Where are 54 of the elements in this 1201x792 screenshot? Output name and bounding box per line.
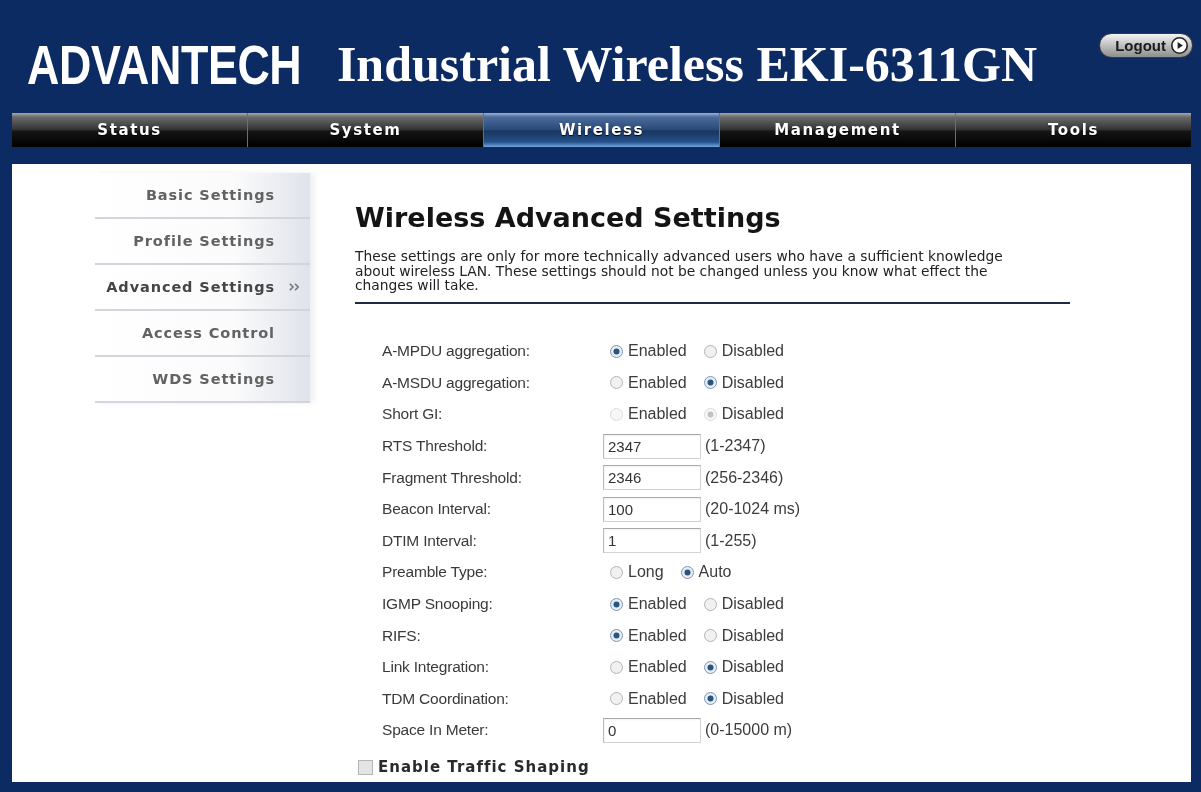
double-chevron-icon [289,283,300,291]
logout-button[interactable]: Logout [1099,33,1193,58]
setting-label: Preamble Type: [382,563,489,582]
radio-option[interactable]: Disabled [703,658,784,677]
setting-label: A-MSDU aggregation: [382,373,531,392]
radio-option[interactable]: Enabled [610,342,687,361]
input-field[interactable]: 100 [603,496,701,522]
setting-label: RTS Threshold: [382,437,489,456]
radio-option[interactable]: Disabled [703,689,784,708]
sidebar-item[interactable]: Advanced Settings [95,265,310,311]
input-field[interactable]: 1 [603,528,701,554]
setting-label: A-MPDU aggregation: [382,342,531,361]
range-hint: (1-255) [704,531,758,550]
traffic-shaping-option[interactable]: Enable Traffic Shaping [358,758,590,777]
page-title: Wireless Advanced Settings [355,202,782,234]
radio-option[interactable]: Disabled [703,373,784,392]
range-hint: (0-15000 m) [704,721,794,740]
description: These settings are only for more technically advanced users who have a sufficient knowledge about wireless LAN. These settings should not be changed unless you know what effect the changes will take. [355,249,1004,293]
radio-option[interactable]: Disabled [703,342,784,361]
input-field[interactable]: 2347 [603,433,701,459]
setting-label: Beacon Interval: [382,500,492,519]
range-hint: (256-2346) [704,468,785,487]
input-field[interactable]: 2346 [603,465,701,491]
nav-tab[interactable]: Tools [956,113,1191,147]
setting-label: Space In Meter: [382,721,490,740]
nav-tab[interactable]: Management [720,113,956,147]
setting-label: IGMP Snooping: [382,595,494,614]
header-title: Industrial Wireless EKI-6311GN [336,39,1038,89]
radio-option[interactable]: Auto [680,563,732,582]
sidebar-item[interactable]: Basic Settings [95,173,310,219]
setting-label: Fragment Threshold: [382,468,523,487]
range-hint: (1-2347) [704,437,767,456]
radio-option[interactable]: Long [610,563,664,582]
setting-label: TDM Coordination: [382,689,510,708]
setting-label: DTIM Interval: [382,531,478,550]
brand-logo: ADVANTECH [27,34,302,96]
sidebar-item[interactable]: Access Control [95,311,310,357]
sidebar-item[interactable]: WDS Settings [95,357,310,403]
radio-option[interactable]: Enabled [610,595,687,614]
nav-tab[interactable]: Wireless [484,113,720,147]
radio-option[interactable]: Enabled [610,689,687,708]
radio-option[interactable]: Disabled [703,626,784,645]
radio-option[interactable]: Disabled [703,595,784,614]
radio-option[interactable]: Enabled [610,658,687,677]
nav-tab[interactable]: Status [12,113,248,147]
setting-label: Short GI: [382,405,444,424]
input-field[interactable]: 0 [603,717,701,743]
setting-label: RIFS: [382,626,422,645]
sidebar-item[interactable]: Profile Settings [95,219,310,265]
play-circle-icon [1171,37,1188,54]
radio-option[interactable]: Enabled [610,626,687,645]
range-hint: (20-1024 ms) [704,500,802,519]
setting-label: Link Integration: [382,658,490,677]
radio-option[interactable]: Enabled [610,373,687,392]
